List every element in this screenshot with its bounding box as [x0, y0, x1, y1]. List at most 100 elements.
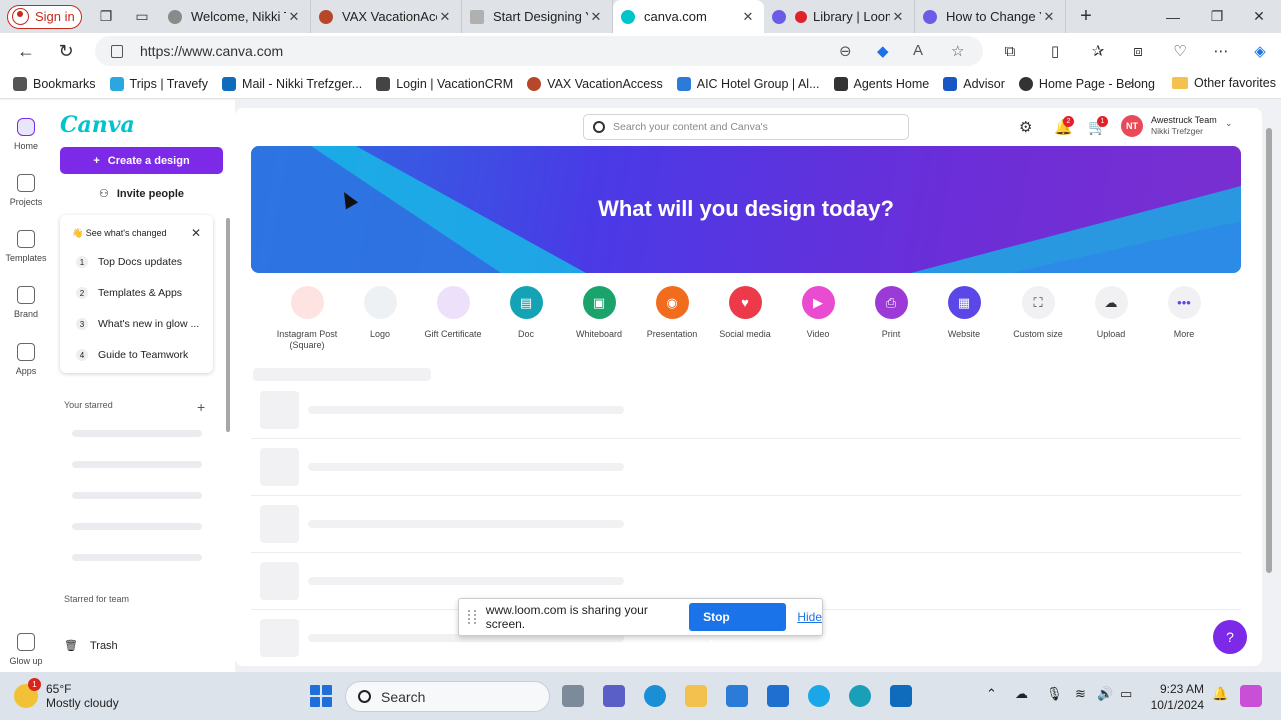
edge-icon[interactable]	[644, 685, 666, 707]
edge-dev-icon[interactable]	[849, 685, 871, 707]
wifi-icon[interactable]: ≋	[1075, 686, 1086, 702]
search-input[interactable]: Search your content and Canva's	[583, 114, 909, 140]
design-type-whiteboard[interactable]: ▣ Whiteboard	[563, 286, 635, 340]
store-icon[interactable]	[726, 685, 748, 707]
taskbar-search[interactable]: Search	[345, 681, 550, 712]
file-explorer-icon[interactable]	[685, 685, 707, 707]
settings-gear-icon[interactable]: ⚙	[1019, 118, 1032, 136]
design-type-custom-size[interactable]: ⛶ Custom size	[1002, 286, 1074, 340]
bookmark-vacationcrm[interactable]: Login | VacationCRM	[369, 76, 520, 91]
extensions-icon[interactable]: ⧉	[992, 33, 1028, 69]
zoom-icon[interactable]: ⊖	[839, 42, 852, 60]
other-favorites[interactable]: Other favorites	[1172, 76, 1276, 90]
recent-design-row[interactable]	[251, 438, 1241, 496]
drag-handle-icon[interactable]	[468, 610, 476, 624]
rail-glow-up[interactable]: Glow up	[0, 633, 52, 666]
bookmark-travefy[interactable]: Trips | Travefy	[103, 76, 216, 91]
mshp-icon[interactable]	[767, 685, 789, 707]
stop-sharing-button[interactable]: Stop sharing	[689, 603, 787, 652]
design-type-website[interactable]: ▦ Website	[928, 286, 1000, 340]
teams-icon[interactable]	[603, 685, 625, 707]
bookmark-agents-home[interactable]: Agents Home	[827, 76, 937, 91]
onedrive-icon[interactable]: ☁	[1015, 686, 1028, 702]
coupon-icon[interactable]: ◆	[877, 42, 889, 60]
whats-new-item[interactable]: 4 Guide to Teamwork	[76, 349, 188, 361]
refresh-icon[interactable]: ↻	[46, 33, 86, 69]
whats-new-item[interactable]: 1 Top Docs updates	[76, 256, 182, 268]
chevron-right-icon[interactable]: ›	[1130, 76, 1134, 91]
rail-templates[interactable]: Templates	[0, 230, 52, 263]
restore-icon[interactable]: ❐	[1195, 0, 1239, 33]
task-view-icon[interactable]	[562, 685, 584, 707]
settings-more-icon[interactable]: ⋯	[1203, 33, 1239, 69]
collections-icon[interactable]: ⧈	[1120, 33, 1156, 69]
design-type-print[interactable]: ⎙ Print	[855, 286, 927, 340]
design-type-gift-certificate[interactable]: Gift Certificate	[417, 286, 489, 340]
hide-share-bar-link[interactable]: Hide	[797, 610, 822, 624]
chevron-down-icon[interactable]: ⌄	[1225, 118, 1233, 129]
copilot-icon[interactable]: ◈	[1242, 33, 1278, 69]
page-scrollbar[interactable]	[1266, 128, 1272, 573]
tab-close-icon[interactable]: ✕	[588, 9, 604, 25]
tab-loom-library[interactable]: Library | Loom ✕	[764, 0, 915, 33]
tab-how-to-change[interactable]: How to Change Yo ✕	[915, 0, 1066, 33]
avatar[interactable]: NT	[1121, 115, 1143, 137]
close-icon[interactable]: ✕	[191, 226, 201, 240]
canva-logo[interactable]: Canva	[60, 112, 135, 138]
close-window-icon[interactable]: ✕	[1237, 0, 1281, 33]
design-type-doc[interactable]: ▤ Doc	[490, 286, 562, 340]
chevron-up-icon[interactable]: ⌃	[986, 686, 997, 702]
minimize-icon[interactable]: —	[1151, 0, 1195, 33]
new-tab-icon[interactable]: +	[1066, 5, 1106, 28]
clock[interactable]: 9:23 AM 10/1/2024	[1142, 681, 1204, 713]
tab-close-icon[interactable]: ✕	[286, 9, 302, 25]
copilot-taskbar-icon[interactable]	[1240, 685, 1262, 707]
browser-essentials-icon[interactable]: ♡	[1162, 33, 1198, 69]
add-starred-icon[interactable]: +	[197, 399, 205, 415]
design-type-upload[interactable]: ☁ Upload	[1075, 286, 1147, 340]
account-menu[interactable]: Awestruck Team Nikki Trefzger	[1151, 115, 1217, 137]
bookmark-bookmarks[interactable]: Bookmarks	[6, 76, 103, 91]
invite-people-button[interactable]: ⚇ Invite people	[60, 180, 223, 207]
create-design-button[interactable]: + Create a design	[60, 147, 223, 174]
design-type-logo[interactable]: Logo	[344, 286, 416, 340]
tab-close-icon[interactable]: ✕	[437, 9, 453, 25]
start-windows-icon[interactable]	[310, 685, 332, 707]
rail-brand[interactable]: Brand	[0, 286, 52, 319]
outlook-icon[interactable]	[890, 685, 912, 707]
chrome-icon[interactable]	[808, 685, 830, 707]
rail-apps[interactable]: Apps	[0, 343, 52, 376]
rail-projects[interactable]: Projects	[0, 174, 52, 207]
tab-close-icon[interactable]: ✕	[890, 9, 906, 25]
whats-new-item[interactable]: 3 What's new in glow ...	[76, 318, 199, 330]
design-type-instagram[interactable]: Instagram Post (Square)	[271, 286, 343, 351]
favorite-star-icon[interactable]: ☆	[951, 42, 964, 60]
volume-icon[interactable]: 🔊	[1097, 686, 1113, 702]
help-button[interactable]: ?	[1213, 620, 1247, 654]
url-field[interactable]: https://www.canva.com ⊖ ◆ A ☆	[95, 36, 983, 66]
tab-close-icon[interactable]: ✕	[1041, 9, 1057, 25]
bookmark-belong[interactable]: Home Page - Belong	[1012, 76, 1162, 91]
recent-design-row[interactable]	[251, 495, 1241, 553]
tab-welcome[interactable]: Welcome, Nikki Tre ✕	[160, 0, 311, 33]
tab-canva[interactable]: canva.com ✕	[613, 0, 764, 33]
trash-link[interactable]: 🗑 Trash	[64, 639, 118, 653]
bookmark-mail[interactable]: Mail - Nikki Trefzger...	[215, 76, 369, 91]
tab-start-designing[interactable]: Start Designing Yo ✕	[462, 0, 613, 33]
bookmark-aic[interactable]: AIC Hotel Group | Al...	[670, 76, 827, 91]
microphone-icon[interactable]: 🎙	[1046, 686, 1063, 702]
weather-widget[interactable]: 1 65°F Mostly cloudy	[14, 678, 119, 710]
tab-vax[interactable]: VAX VacationAcces ✕	[311, 0, 462, 33]
battery-icon[interactable]: ▭	[1120, 686, 1132, 702]
design-type-video[interactable]: ▶ Video	[782, 286, 854, 340]
read-aloud-icon[interactable]: A	[913, 42, 923, 59]
tab-actions-icon[interactable]: ▭	[124, 0, 160, 33]
bell-icon[interactable]: 🔔	[1212, 686, 1228, 702]
workspaces-icon[interactable]: ❐	[88, 0, 124, 33]
tab-close-icon[interactable]: ✕	[740, 9, 756, 25]
design-type-presentation[interactable]: ◉ Presentation	[636, 286, 708, 340]
sidebar-scrollbar[interactable]	[226, 218, 230, 432]
back-icon[interactable]: ←	[6, 33, 46, 69]
design-type-social-media[interactable]: ♥ Social media	[709, 286, 781, 340]
bookmark-advisor[interactable]: Advisor	[936, 76, 1012, 91]
